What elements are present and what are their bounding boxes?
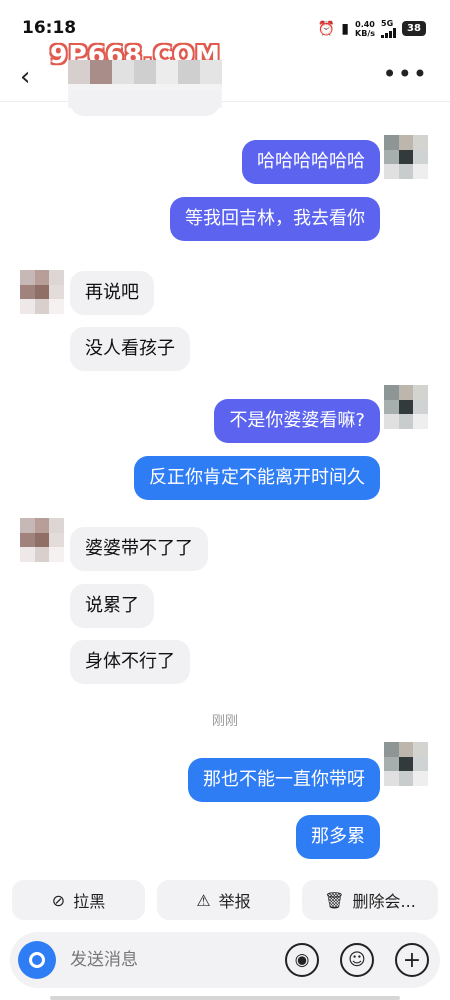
message-input-bar: ◉ ☺ + <box>10 932 440 988</box>
message-bubble-sent: 反正你肯定不能离开时间久 <box>134 456 380 500</box>
delete-label: 删除会... <box>352 892 416 911</box>
message-bubble-sent: 哈哈哈哈哈哈 <box>242 140 380 184</box>
avatar[interactable] <box>384 135 428 179</box>
avatar[interactable] <box>20 518 64 562</box>
message-bubble-received: 婆婆带不了了 <box>70 527 208 571</box>
message-bubble-received: 没人看孩子 <box>70 327 190 371</box>
warning-icon: ⚠ <box>196 890 211 910</box>
more-horizontal-icon[interactable]: ••• <box>383 60 428 88</box>
camera-icon[interactable] <box>18 941 56 979</box>
network-indicator: 5G <box>381 19 396 38</box>
home-indicator <box>50 996 400 1000</box>
block-button[interactable]: ⊘ 拉黑 <box>12 880 145 920</box>
net-speed-value: 0.40 <box>355 19 375 29</box>
vibrate-icon: ▮ <box>341 20 350 37</box>
block-icon: ⊘ <box>51 890 66 910</box>
chevron-left-icon[interactable]: ‹ <box>20 64 30 90</box>
status-icons: ⏰ ▮ 0.40 KB/s 5G 38 <box>318 19 426 38</box>
avatar[interactable] <box>20 270 64 314</box>
message-bubble-received: 说累了 <box>70 584 154 628</box>
report-label: 举报 <box>218 892 251 911</box>
message-timestamp: 刚刚 <box>211 714 238 729</box>
avatar[interactable] <box>384 385 428 429</box>
net-speed: 0.40 KB/s <box>355 20 375 38</box>
signal-icon <box>381 28 396 38</box>
message-bubble-sent: 那多累 <box>296 815 380 859</box>
alarm-icon: ⏰ <box>317 20 336 37</box>
add-icon[interactable]: + <box>395 943 429 977</box>
message-bubble-partial <box>70 90 220 116</box>
voice-icon[interactable]: ◉ <box>285 943 319 977</box>
network-type: 5G <box>381 19 394 28</box>
report-button[interactable]: ⚠ 举报 <box>157 880 290 920</box>
message-bubble-sent: 那也不能一直你带呀 <box>188 758 380 802</box>
status-time: 16:18 <box>22 18 77 38</box>
block-label: 拉黑 <box>73 892 106 911</box>
message-bubble-sent: 等我回吉林，我去看你 <box>170 197 380 241</box>
battery-icon: 38 <box>402 21 426 36</box>
message-bubble-received: 再说吧 <box>70 271 154 315</box>
delete-conversation-button[interactable]: 🗑 删除会... <box>302 880 438 920</box>
avatar[interactable] <box>384 742 428 786</box>
message-input[interactable] <box>70 946 270 974</box>
trash-icon: 🗑 <box>324 890 345 910</box>
message-bubble-sent: 不是你婆婆看嘛? <box>214 399 380 443</box>
message-bubble-received: 身体不行了 <box>70 640 190 684</box>
emoji-icon[interactable]: ☺ <box>340 943 374 977</box>
net-speed-unit: KB/s <box>355 28 375 38</box>
